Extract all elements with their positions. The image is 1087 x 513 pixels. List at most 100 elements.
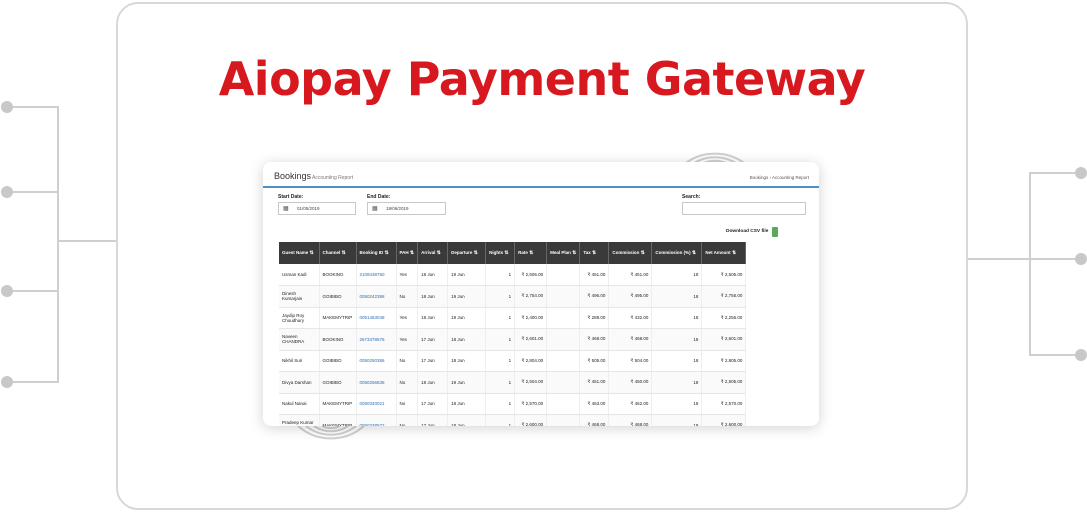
table-cell: ₹ 2,505.00 [701, 264, 747, 286]
sort-icon[interactable]: ⇅ [592, 250, 596, 256]
search-input[interactable] [682, 202, 806, 215]
end-date-field[interactable]: ▦ 19/06/2019 [367, 202, 446, 215]
table-cell: ₹ 2,505.00 [701, 371, 747, 394]
sort-icon[interactable]: ⇅ [572, 250, 576, 256]
sort-icon[interactable]: ⇅ [342, 250, 346, 256]
table-cell: No [396, 393, 419, 415]
connector-line [1030, 354, 1080, 356]
column-header[interactable]: Meal Plan ⇅ [546, 242, 581, 264]
table-row[interactable]: Jaydip Roy Choudhury MAKEMYTRIP 0051463048… [279, 307, 747, 329]
column-header[interactable]: Commission (%) ⇅ [651, 242, 703, 264]
connector-line [58, 240, 118, 242]
table-cell: No [396, 414, 419, 426]
table-cell: 18 [651, 328, 703, 351]
column-header[interactable]: Departure ⇅ [447, 242, 487, 264]
column-header[interactable]: Nights ⇅ [485, 242, 516, 264]
table-cell[interactable]: 0051463048 [356, 307, 397, 329]
table-cell: ₹ 468.00 [579, 414, 610, 426]
connector-dot [1075, 253, 1087, 265]
start-date-label: Start Date: [278, 194, 304, 200]
column-header[interactable]: PAH ⇅ [396, 242, 419, 264]
sort-icon[interactable]: ⇅ [641, 250, 645, 256]
table-cell: 18 [651, 285, 703, 308]
table-cell[interactable]: 0050242398 [356, 285, 397, 308]
connector-dot [1075, 167, 1087, 179]
table-cell: 19 Jun [447, 264, 487, 286]
table-row[interactable]: Dinesh Kumarjain GOIBIBO 0050242398 No 18 Ju… [279, 285, 747, 308]
column-header[interactable]: Tax ⇅ [579, 242, 610, 264]
sort-icon[interactable]: ⇅ [310, 250, 314, 256]
sort-icon[interactable]: ⇅ [504, 250, 508, 256]
table-cell: 1 [485, 264, 516, 286]
end-date-label: End Date: [367, 194, 391, 200]
sort-icon[interactable]: ⇅ [732, 250, 736, 256]
signal-waves-icon [681, 152, 749, 167]
table-cell[interactable]: 0050250386 [356, 350, 397, 372]
table-cell: ₹ 2,400.00 [514, 307, 548, 329]
sort-icon[interactable]: ⇅ [437, 250, 441, 256]
connector-line [57, 106, 59, 383]
table-row[interactable]: Nikhil Suri GOIBIBO 0050250386 No 17 Jun 18 J… [279, 350, 747, 372]
column-header[interactable]: Commission ⇅ [608, 242, 653, 264]
table-row[interactable]: Nakul Nanai MAKEMYTRIP 0050340021 No 17 Jun 1… [279, 393, 747, 415]
table-cell: ₹ 496.00 [579, 285, 610, 308]
table-cell: 18 [651, 264, 703, 286]
bookings-table: Guest Name ⇅ Channel ⇅ Booking ID ⇅ PAH ⇅ Ar… [279, 242, 747, 426]
connector-line [8, 290, 58, 292]
sort-icon[interactable]: ⇅ [529, 250, 533, 256]
table-cell: ₹ 495.00 [608, 285, 653, 308]
table-cell [546, 264, 581, 286]
table-cell: 19 Jun [447, 285, 487, 308]
table-cell[interactable]: 2673378676 [356, 328, 397, 351]
column-header[interactable]: Arrival ⇅ [417, 242, 449, 264]
table-cell [546, 307, 581, 329]
table-cell: ₹ 288.00 [579, 307, 610, 329]
table-cell: GOIBIBO [319, 371, 357, 394]
table-cell: 19 Jun [447, 307, 487, 329]
table-cell: Divya Darshan [279, 371, 320, 394]
connector-line [1030, 258, 1080, 260]
table-cell[interactable]: 0050340021 [356, 393, 397, 415]
table-row[interactable]: Divya Darshan GOIBIBO 0050256836 No 18 Jun 19… [279, 371, 747, 394]
table-cell: ₹ 2,804.00 [514, 350, 548, 372]
start-date-field[interactable]: ▦ 01/05/2019 [278, 202, 356, 215]
table-row[interactable]: Naveen CHANDRA BOOKING 2673378676 Yes 17 Jun… [279, 328, 747, 351]
table-cell: 18 Jun [417, 285, 449, 308]
sort-icon[interactable]: ⇅ [385, 250, 389, 256]
table-cell: ₹ 504.00 [608, 350, 653, 372]
connector-line [1029, 172, 1031, 356]
sort-icon[interactable]: ⇅ [692, 250, 696, 256]
table-cell: 17 Jun [417, 350, 449, 372]
table-cell[interactable]: 0050338572 [356, 414, 397, 426]
table-cell: 18 Jun [417, 371, 449, 394]
connector-dot [1075, 349, 1087, 361]
table-cell[interactable]: 0050256836 [356, 371, 397, 394]
table-cell: ₹ 2,504.00 [514, 371, 548, 394]
table-cell: Yes [396, 328, 419, 351]
table-row[interactable]: Pradeep Kumar SMAKEMYTRIP0050338572No17 … [279, 414, 747, 426]
sort-icon[interactable]: ⇅ [410, 250, 414, 256]
connector-dot [1, 186, 13, 198]
sort-icon[interactable]: ⇅ [474, 250, 478, 256]
table-row[interactable]: Usman Kadi BOOKING 2109438760 Yes 18 Jun 19 J… [279, 264, 747, 286]
column-header[interactable]: Rate ⇅ [514, 242, 548, 264]
download-csv-link[interactable]: Download CSV file [726, 229, 768, 234]
table-cell: No [396, 371, 419, 394]
column-header[interactable]: Guest Name ⇅ [279, 242, 320, 264]
connector-line [8, 191, 58, 193]
table-cell: ₹ 468.00 [608, 414, 653, 426]
table-cell: 18 [651, 393, 703, 415]
table-cell: 18 Jun [447, 414, 487, 426]
table-cell [546, 285, 581, 308]
column-header[interactable]: Booking ID ⇅ [356, 242, 397, 264]
table-cell: Naveen CHANDRA [279, 328, 320, 351]
table-cell[interactable]: 2109438760 [356, 264, 397, 286]
breadcrumb[interactable]: Bookings › Accounting Report [750, 175, 809, 180]
csv-file-icon[interactable] [772, 227, 778, 237]
card-subtitle: Accounting Report [312, 175, 354, 181]
column-header[interactable]: Net Amount ⇅ [701, 242, 747, 264]
column-header[interactable]: Channel ⇅ [319, 242, 357, 264]
table-body: Usman Kadi BOOKING 2109438760 Yes 18 Jun 19 J… [279, 264, 747, 426]
table-cell: 1 [485, 371, 516, 394]
table-cell: ₹ 2,600.00 [514, 414, 548, 426]
